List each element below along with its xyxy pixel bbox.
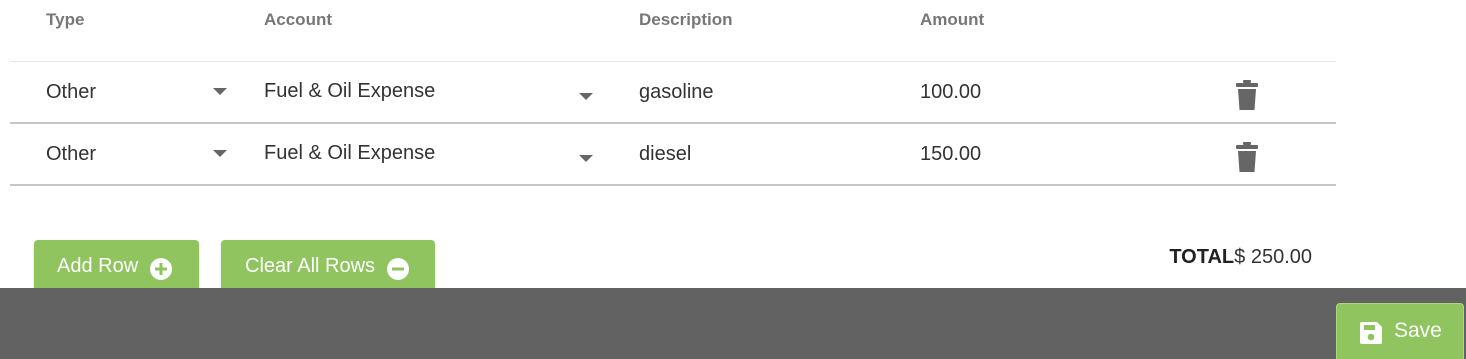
table-bottom-divider: [10, 184, 1336, 186]
save-label: Save: [1394, 319, 1442, 342]
type-select-value: Other: [46, 143, 97, 165]
amount-field[interactable]: 100.00: [920, 81, 981, 104]
amount-field[interactable]: 150.00: [920, 143, 981, 166]
trash-icon[interactable]: [1236, 80, 1258, 110]
clear-all-rows-label: Clear All Rows: [245, 255, 376, 277]
description-column-header: Description: [639, 10, 733, 29]
amount-column-header: Amount: [920, 10, 985, 29]
minus-circle-icon: [387, 258, 410, 280]
chevron-down-icon: [579, 93, 593, 100]
floppy-disk-icon: [1360, 322, 1382, 344]
total-display: TOTAL$ 250.00: [1169, 246, 1312, 269]
header-divider: [10, 61, 1336, 62]
account-select-value: Fuel & Oil Expense: [264, 142, 436, 164]
row-divider: [10, 122, 1336, 124]
total-value: $ 250.00: [1234, 246, 1312, 268]
type-column-header: Type: [46, 10, 85, 29]
description-field[interactable]: gasoline: [639, 81, 714, 104]
chevron-down-icon: [213, 150, 227, 157]
plus-circle-icon: [150, 258, 173, 280]
type-select-value: Other: [46, 81, 97, 103]
account-select-value: Fuel & Oil Expense: [264, 80, 436, 102]
chevron-down-icon: [213, 88, 227, 95]
description-field[interactable]: diesel: [639, 143, 691, 166]
save-button[interactable]: Save: [1336, 303, 1464, 359]
add-row-label: Add Row: [57, 255, 139, 277]
chevron-down-icon: [579, 155, 593, 162]
account-column-header: Account: [264, 10, 332, 29]
trash-icon[interactable]: [1236, 142, 1258, 172]
footer-bar: [0, 288, 1466, 359]
total-label: TOTAL: [1169, 246, 1235, 268]
